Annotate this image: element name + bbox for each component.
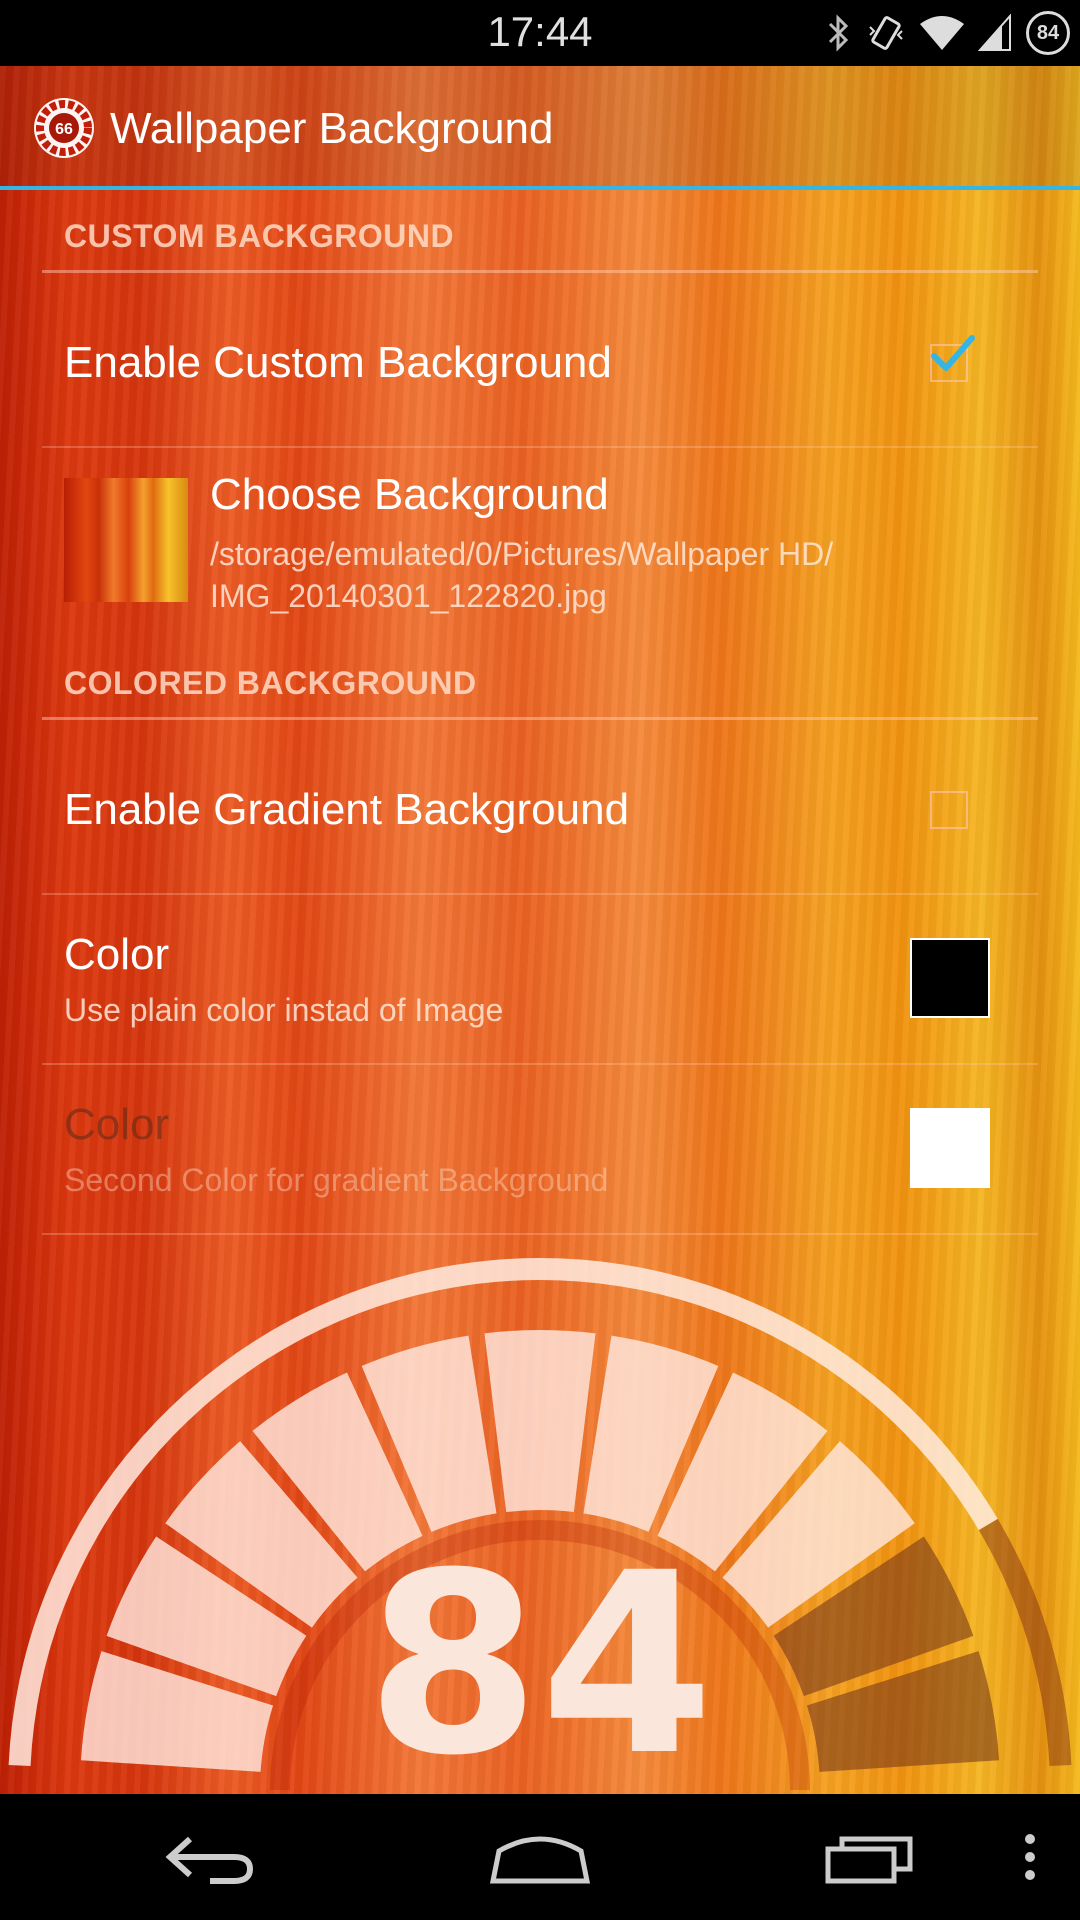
checkmark-icon: [931, 335, 975, 371]
enable-custom-checkbox[interactable]: [930, 335, 975, 382]
bluetooth-icon: [824, 13, 852, 53]
status-icons: 84: [824, 8, 1070, 58]
overflow-menu-icon: [1025, 1834, 1035, 1880]
pref-summary: Second Color for gradient Background: [64, 1162, 609, 1198]
pref-title: Enable Gradient Background: [64, 785, 630, 834]
section-rule: [42, 717, 1038, 720]
color-swatch-secondary[interactable]: [910, 1108, 990, 1188]
navigation-bar: [0, 1794, 1080, 1920]
enable-gradient-checkbox[interactable]: [930, 791, 968, 829]
color-swatch-primary[interactable]: [910, 938, 990, 1018]
pref-title: Color: [64, 1100, 170, 1149]
divider: [42, 446, 1038, 448]
action-bar-divider: [0, 186, 1080, 190]
pref-title: Enable Custom Background: [64, 338, 612, 387]
divider: [42, 1063, 1038, 1065]
home-button[interactable]: [480, 1794, 600, 1920]
back-button[interactable]: [150, 1794, 270, 1920]
overflow-menu-button[interactable]: [1010, 1794, 1050, 1920]
vibrate-icon: [866, 13, 906, 53]
gauge-value: 84: [366, 1519, 714, 1810]
home-icon: [489, 1836, 591, 1884]
pref-summary: Use plain color instad of Image: [64, 992, 504, 1028]
cell-signal-icon: [978, 14, 1012, 52]
app-screen: 17:44 84 66 Wallpaper Background CUSTOM: [0, 0, 1080, 1920]
page-title: Wallpaper Background: [110, 104, 554, 153]
app-logo-badge: 66: [55, 121, 73, 138]
pref-summary-path-line1: /storage/emulated/0/Pictures/Wallpaper H…: [210, 536, 834, 572]
recents-icon: [825, 1836, 913, 1884]
battery-icon: 84: [1026, 11, 1070, 55]
pref-summary-path-line2: IMG_20140301_122820.jpg: [210, 578, 607, 614]
section-header-custom: CUSTOM BACKGROUND: [64, 218, 455, 254]
status-bar: 17:44 84: [0, 0, 1080, 66]
section-rule: [42, 270, 1038, 273]
background-thumbnail: [64, 478, 188, 602]
recents-button[interactable]: [810, 1794, 930, 1920]
app-logo-icon[interactable]: 66: [32, 96, 96, 160]
wifi-icon: [920, 14, 964, 52]
pref-title: Choose Background: [210, 470, 609, 519]
pref-title: Color: [64, 930, 170, 979]
gauge-segment-filled: [484, 1330, 596, 1513]
back-icon: [165, 1836, 254, 1884]
section-header-colored: COLORED BACKGROUND: [64, 665, 477, 701]
divider: [42, 893, 1038, 895]
